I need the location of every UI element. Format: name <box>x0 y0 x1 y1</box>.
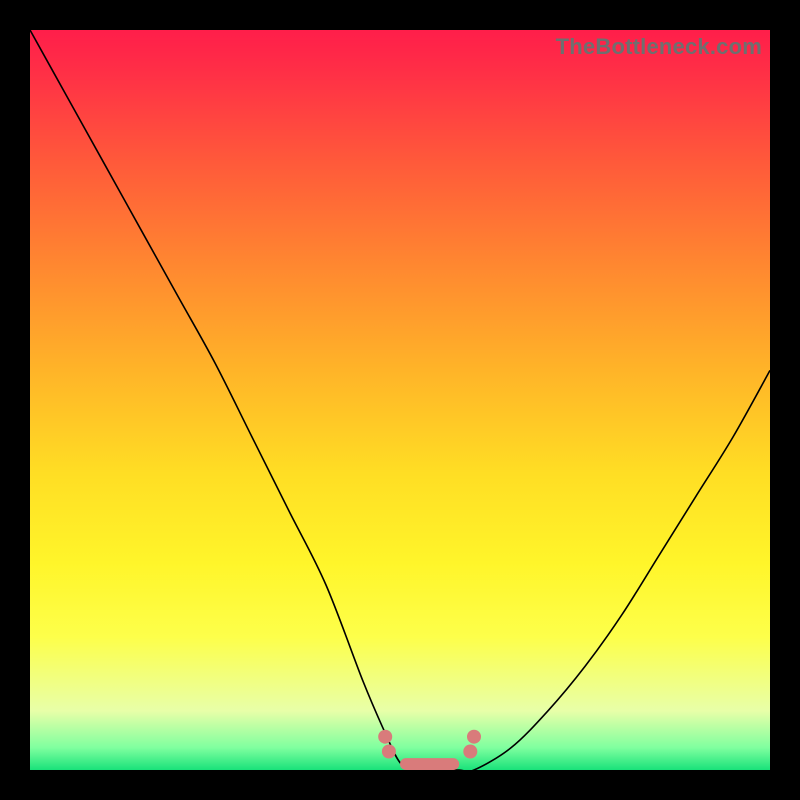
floor-marker <box>400 758 459 770</box>
plot-area: TheBottleneck.com <box>30 30 770 770</box>
left-cluster-top <box>378 730 392 744</box>
left-cluster-mid <box>382 745 396 759</box>
right-cluster-top <box>467 730 481 744</box>
chart-svg <box>30 30 770 770</box>
marker-group <box>378 730 481 770</box>
chart-frame: TheBottleneck.com <box>0 0 800 800</box>
bottleneck-curve <box>30 30 770 770</box>
right-cluster-mid <box>463 745 477 759</box>
